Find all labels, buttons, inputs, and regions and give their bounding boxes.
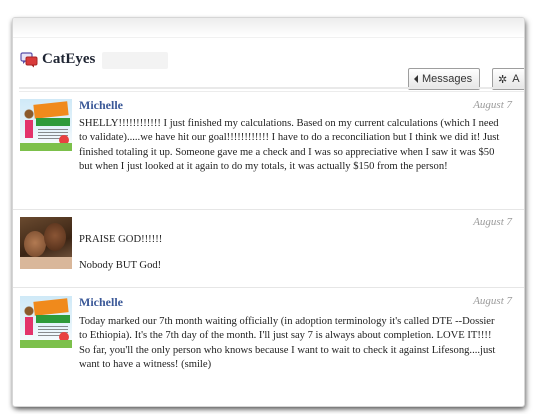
header-divider-secondary (19, 91, 524, 92)
avatar[interactable] (20, 217, 72, 269)
message-body: Today marked our 7th month waiting offic… (79, 315, 505, 373)
message-body: PRAISE GOD!!!!!! Nobody BUT God! (79, 233, 505, 274)
screenshot-stage: CatEyes Messages ✲ A Michelle August 7 S… (0, 0, 556, 414)
messages-button-label: Messages (422, 73, 473, 85)
chat-bubbles-icon (20, 52, 38, 68)
flyer-figure (23, 109, 35, 139)
window-top-bar (13, 18, 524, 38)
message-timestamp: August 7 (473, 216, 512, 228)
flyer-figure (23, 306, 35, 336)
avatar[interactable] (20, 296, 72, 348)
conversation-title: CatEyes (42, 51, 96, 67)
flyer-banner (36, 315, 70, 323)
flyer-ground (20, 340, 72, 348)
flyer-banner (36, 118, 70, 126)
message-paragraph: PRAISE GOD!!!!!! (79, 234, 163, 245)
flyer-logo (33, 101, 69, 119)
sender-name[interactable]: Michelle (79, 98, 123, 113)
photo-face-left (24, 231, 46, 257)
gear-icon: ✲ (498, 73, 508, 86)
redacted-name (102, 52, 168, 69)
message-item: August 7 PRAISE GOD!!!!!! Nobody BUT God… (13, 210, 524, 288)
header-divider (19, 87, 524, 89)
caret-left-icon (414, 75, 418, 83)
message-timestamp: August 7 (473, 99, 512, 111)
couple-photo-avatar (20, 217, 72, 269)
flyer-ground (20, 143, 72, 151)
message-paragraph: SHELLY!!!!!!!!!!!! I just finished my ca… (79, 118, 500, 173)
sender-name[interactable]: Michelle (79, 295, 123, 310)
message-body: SHELLY!!!!!!!!!!!! I just finished my ca… (79, 117, 505, 175)
zumba-flyer-avatar (20, 99, 72, 151)
message-timestamp: August 7 (473, 295, 512, 307)
photo-face-right (44, 223, 66, 251)
message-paragraph: Nobody BUT God! (79, 260, 162, 272)
message-window: CatEyes Messages ✲ A Michelle August 7 S… (13, 18, 524, 406)
actions-button-label: A (512, 73, 520, 85)
message-paragraph: Today marked our 7th month waiting offic… (79, 316, 496, 371)
photo-clothing (20, 257, 72, 269)
message-item: Michelle August 7 SHELLY!!!!!!!!!!!! I j… (13, 93, 524, 210)
conversation-header: CatEyes Messages ✲ A (13, 38, 524, 90)
flyer-logo (33, 298, 69, 316)
message-item: Michelle August 7 Today marked our 7th m… (13, 288, 524, 396)
avatar[interactable] (20, 99, 72, 151)
message-thread: Michelle August 7 SHELLY!!!!!!!!!!!! I j… (13, 93, 524, 396)
zumba-flyer-avatar (20, 296, 72, 348)
